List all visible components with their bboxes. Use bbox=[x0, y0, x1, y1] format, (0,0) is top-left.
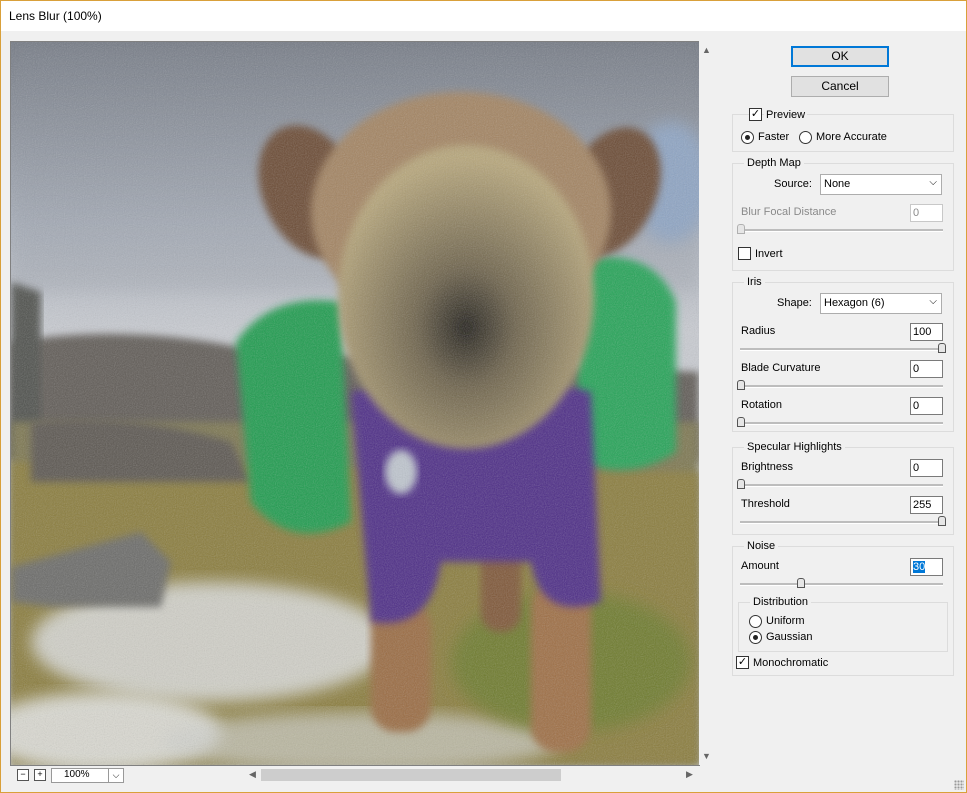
gaussian-radio[interactable] bbox=[749, 631, 762, 644]
uniform-radio[interactable] bbox=[749, 615, 762, 628]
rotation-label: Rotation bbox=[741, 399, 782, 411]
amount-label: Amount bbox=[741, 560, 779, 572]
threshold-slider[interactable] bbox=[938, 516, 946, 526]
distribution-group bbox=[738, 602, 948, 652]
preview-image bbox=[11, 42, 699, 765]
brightness-track bbox=[740, 484, 943, 487]
monochromatic-label: Monochromatic bbox=[753, 657, 829, 669]
amount-track bbox=[740, 583, 943, 586]
scroll-down-icon[interactable]: ▼ bbox=[702, 751, 711, 761]
depth-map-title: Depth Map bbox=[744, 157, 804, 169]
zoom-select[interactable]: 100% ⌵ bbox=[51, 768, 124, 783]
threshold-label: Threshold bbox=[741, 498, 790, 510]
chevron-down-icon: ⌵ bbox=[929, 177, 937, 188]
blur-focal-distance-label: Blur Focal Distance bbox=[741, 206, 837, 218]
zoom-in-button[interactable]: + bbox=[34, 769, 46, 781]
source-value: None bbox=[824, 178, 851, 190]
shape-label: Shape: bbox=[777, 297, 812, 309]
window-title: Lens Blur (100%) bbox=[9, 9, 102, 23]
preview-label: Preview bbox=[764, 109, 808, 121]
faster-label: Faster bbox=[758, 131, 790, 143]
radius-track bbox=[740, 348, 943, 351]
blade-curvature-input[interactable]: 0 bbox=[910, 360, 943, 378]
invert-label: Invert bbox=[755, 248, 783, 260]
amount-value: 30 bbox=[913, 561, 926, 573]
invert-checkbox[interactable] bbox=[738, 247, 751, 260]
rotation-input[interactable]: 0 bbox=[910, 397, 943, 415]
blade-curvature-label: Blade Curvature bbox=[741, 362, 821, 374]
uniform-label: Uniform bbox=[766, 615, 805, 627]
brightness-slider[interactable] bbox=[737, 479, 745, 489]
threshold-track bbox=[740, 521, 943, 524]
blur-focal-distance-slider[interactable] bbox=[737, 224, 745, 234]
source-label: Source: bbox=[774, 178, 812, 190]
radius-input[interactable]: 100 bbox=[910, 323, 943, 341]
preview-canvas[interactable] bbox=[10, 41, 700, 766]
distribution-title: Distribution bbox=[750, 596, 812, 608]
gaussian-label: Gaussian bbox=[766, 631, 813, 643]
preview-checkbox[interactable]: ✓ bbox=[749, 108, 762, 121]
blade-curvature-slider[interactable] bbox=[737, 380, 745, 390]
chevron-down-icon: ⌵ bbox=[929, 296, 937, 307]
chevron-down-icon: ⌵ bbox=[108, 769, 123, 782]
scroll-right-icon[interactable]: ▶ bbox=[686, 769, 693, 780]
more-accurate-label: More Accurate bbox=[816, 131, 887, 143]
rotation-track bbox=[740, 422, 943, 425]
blur-focal-distance-track bbox=[740, 229, 943, 232]
amount-slider[interactable] bbox=[797, 578, 806, 588]
amount-input[interactable]: 30 bbox=[910, 558, 943, 576]
shape-select[interactable]: Hexagon (6) ⌵ bbox=[820, 293, 942, 314]
source-select[interactable]: None ⌵ bbox=[820, 174, 942, 195]
brightness-label: Brightness bbox=[741, 461, 793, 473]
brightness-input[interactable]: 0 bbox=[910, 459, 943, 477]
radius-slider[interactable] bbox=[938, 343, 946, 353]
lens-blur-dialog: Lens Blur (100%) ▲ ▼ − + 100% ⌵ ◀ ▶ OK C… bbox=[0, 0, 967, 793]
more-accurate-radio[interactable] bbox=[799, 131, 812, 144]
blur-focal-distance-input[interactable]: 0 bbox=[910, 204, 943, 222]
radius-label: Radius bbox=[741, 325, 776, 337]
zoom-value: 100% bbox=[64, 769, 90, 780]
horizontal-scroll-thumb[interactable] bbox=[261, 769, 561, 781]
faster-radio[interactable] bbox=[741, 131, 754, 144]
ok-button[interactable]: OK bbox=[791, 46, 889, 67]
title-bar: Lens Blur (100%) bbox=[1, 1, 966, 31]
preview-vertical-scrollbar[interactable]: ▲ ▼ bbox=[699, 41, 713, 765]
blade-curvature-track bbox=[740, 385, 943, 388]
threshold-input[interactable]: 255 bbox=[910, 496, 943, 514]
monochromatic-checkbox[interactable]: ✓ bbox=[736, 656, 749, 669]
scroll-up-icon[interactable]: ▲ bbox=[702, 45, 711, 55]
zoom-out-button[interactable]: − bbox=[17, 769, 29, 781]
noise-title: Noise bbox=[744, 540, 779, 552]
iris-title: Iris bbox=[744, 276, 765, 288]
cancel-button[interactable]: Cancel bbox=[791, 76, 889, 97]
scroll-left-icon[interactable]: ◀ bbox=[249, 769, 256, 780]
specular-highlights-title: Specular Highlights bbox=[744, 441, 845, 453]
resize-grip-icon[interactable] bbox=[954, 780, 964, 790]
rotation-slider[interactable] bbox=[737, 417, 745, 427]
checkmark-icon: ✓ bbox=[750, 108, 761, 120]
checkmark-icon: ✓ bbox=[737, 656, 748, 668]
shape-value: Hexagon (6) bbox=[824, 297, 885, 309]
